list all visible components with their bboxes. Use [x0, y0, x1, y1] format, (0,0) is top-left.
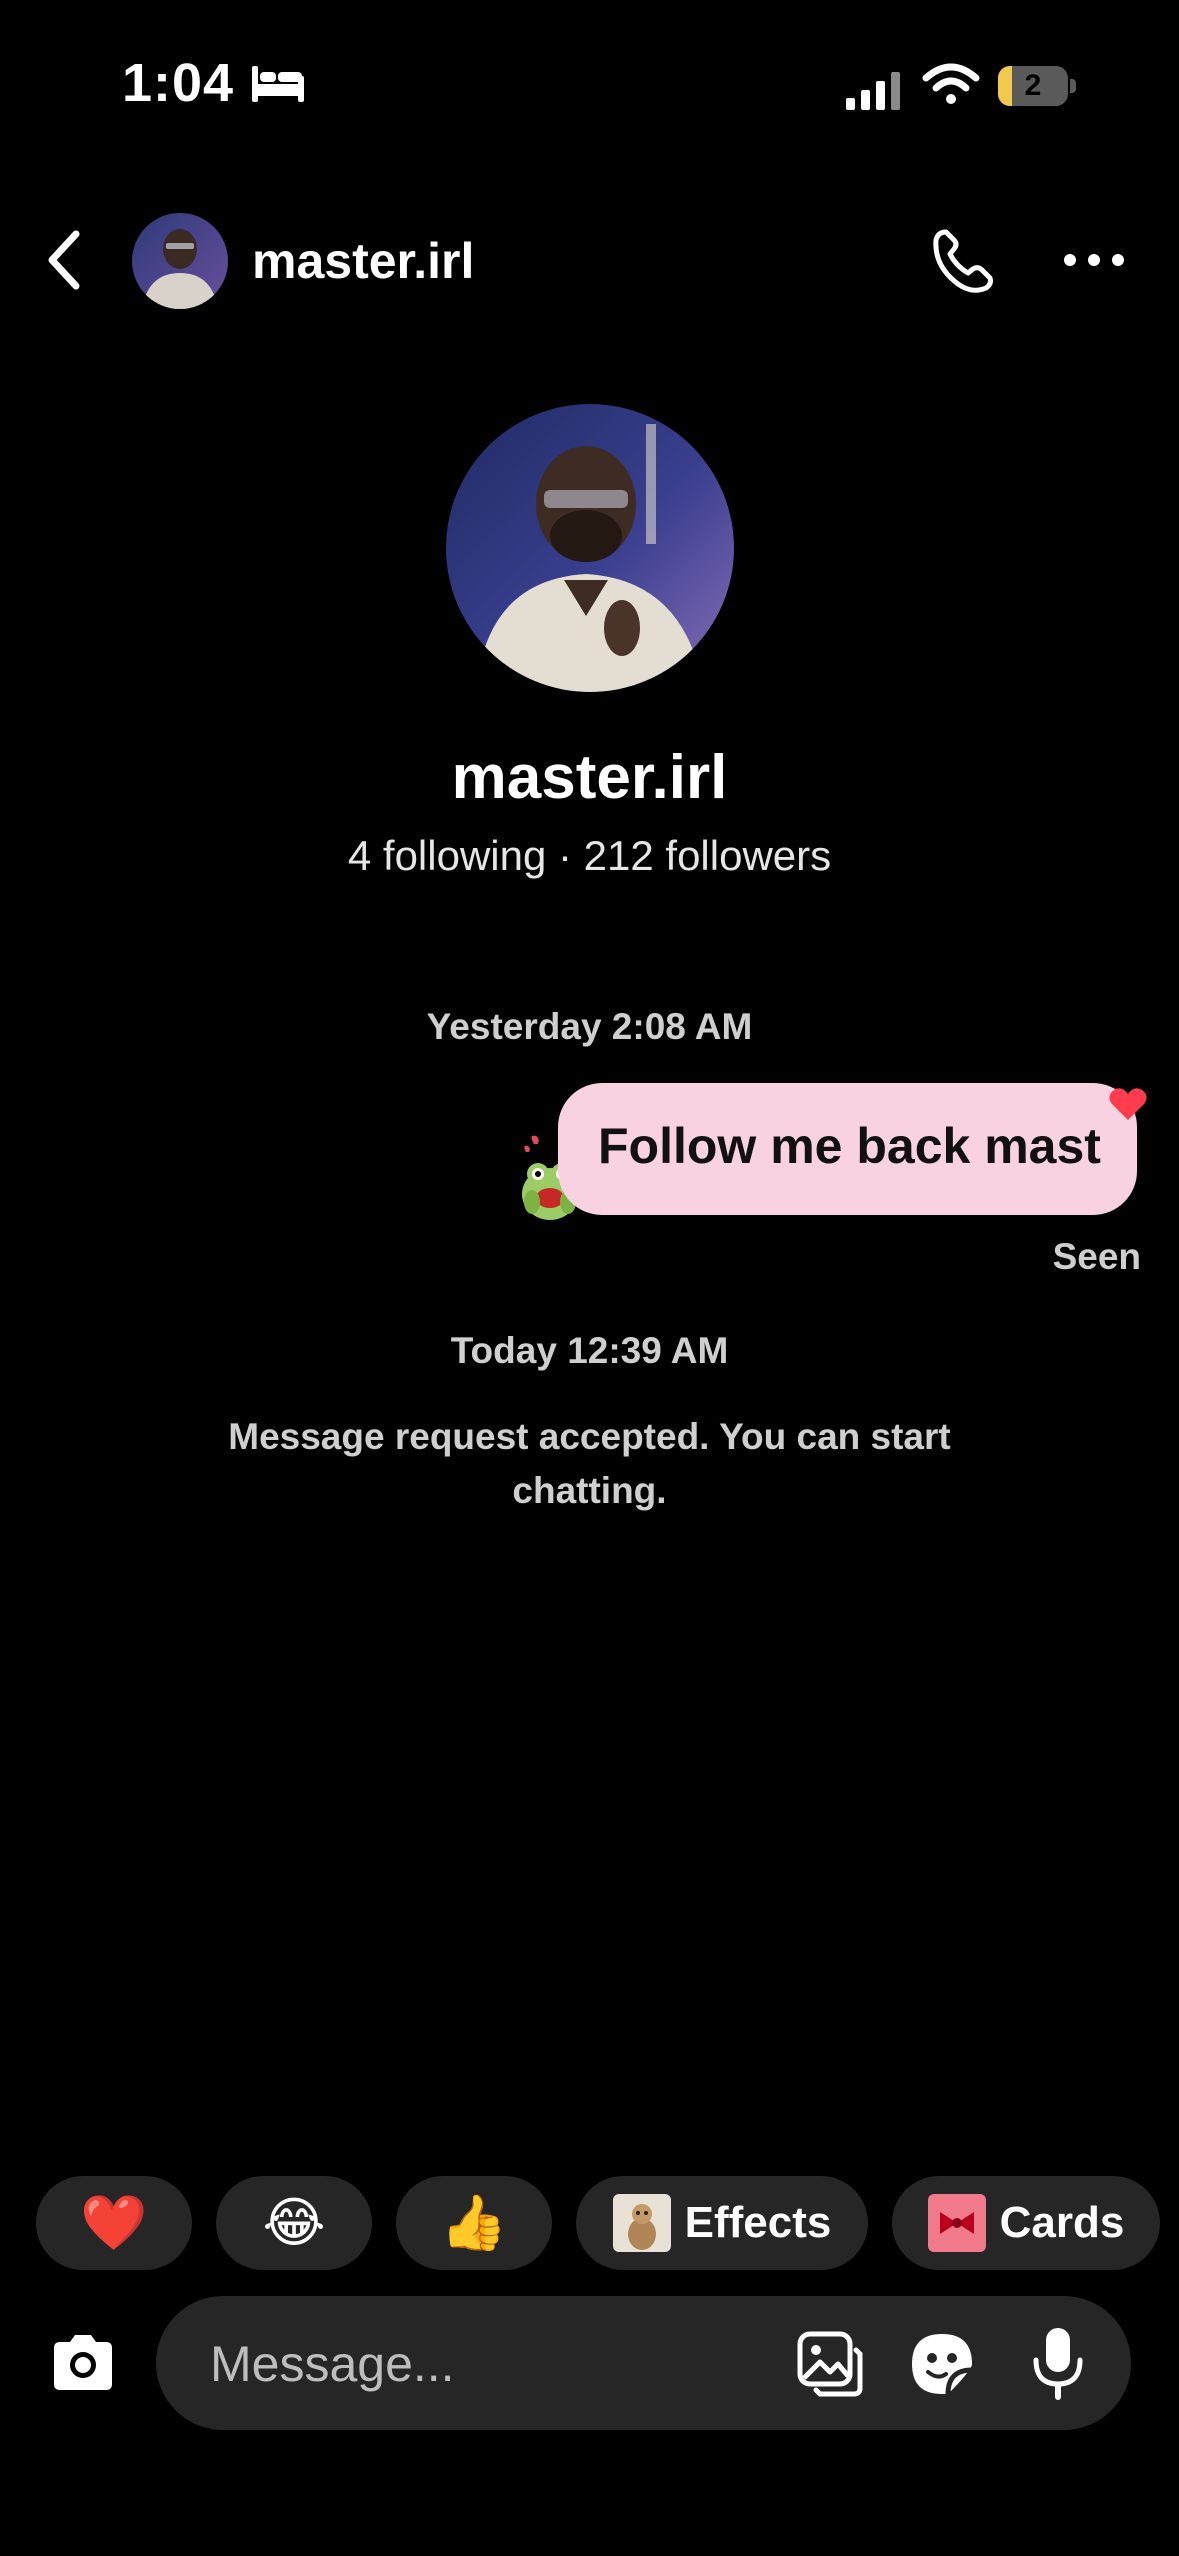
sent-message-text: Follow me back mast [598, 1118, 1101, 1174]
more-icon[interactable] [1062, 250, 1126, 270]
profile-avatar[interactable] [446, 404, 734, 692]
sticker-icon[interactable] [908, 2330, 976, 2398]
gallery-icon[interactable] [796, 2330, 864, 2398]
bed-icon [252, 66, 304, 102]
message-input[interactable] [208, 2332, 772, 2396]
seen-receipt: Seen [1052, 1236, 1141, 1277]
sent-message-bubble[interactable]: Follow me back mast [558, 1083, 1137, 1215]
heart-emoji: ❤️ [80, 2193, 148, 2253]
timestamp-yesterday: Yesterday 2:08 AM [426, 1006, 753, 1047]
cards-thumbnail-icon [927, 2194, 986, 2252]
profile-stats: 4 following · 212 followers [347, 832, 832, 879]
phone-icon[interactable] [928, 226, 998, 296]
signal-icon [846, 72, 900, 110]
status-time: 1:04 [122, 53, 235, 113]
quick-reaction-thumbs[interactable]: 👍 [396, 2176, 552, 2270]
effects-thumbnail-icon [612, 2194, 671, 2252]
effects-button[interactable]: Effects [576, 2176, 868, 2270]
header-avatar[interactable] [132, 213, 228, 309]
battery-icon: 2 [998, 64, 1076, 108]
microphone-icon[interactable] [1030, 2326, 1086, 2402]
laugh-emoji: 😂 [262, 2193, 326, 2253]
wifi-icon [922, 63, 980, 104]
system-message: Message request accepted. You can start … [228, 1416, 951, 1511]
battery-level: 2 [1024, 69, 1042, 102]
cards-button[interactable]: Cards [892, 2176, 1160, 2270]
quick-reaction-heart[interactable]: ❤️ [36, 2176, 192, 2270]
heart-reaction-icon[interactable] [1108, 1086, 1148, 1122]
profile-username: master.irl [451, 743, 728, 812]
back-icon[interactable] [40, 228, 90, 292]
thumbs-up-emoji: 👍 [440, 2193, 508, 2253]
camera-icon[interactable] [48, 2332, 118, 2394]
message-composer[interactable] [156, 2296, 1131, 2430]
cards-label: Cards [999, 2198, 1125, 2247]
header-username[interactable]: master.irl [252, 232, 474, 290]
quick-reaction-laugh[interactable]: 😂 [216, 2176, 372, 2270]
effects-label: Effects [684, 2198, 832, 2247]
timestamp-today: Today 12:39 AM [450, 1330, 729, 1371]
